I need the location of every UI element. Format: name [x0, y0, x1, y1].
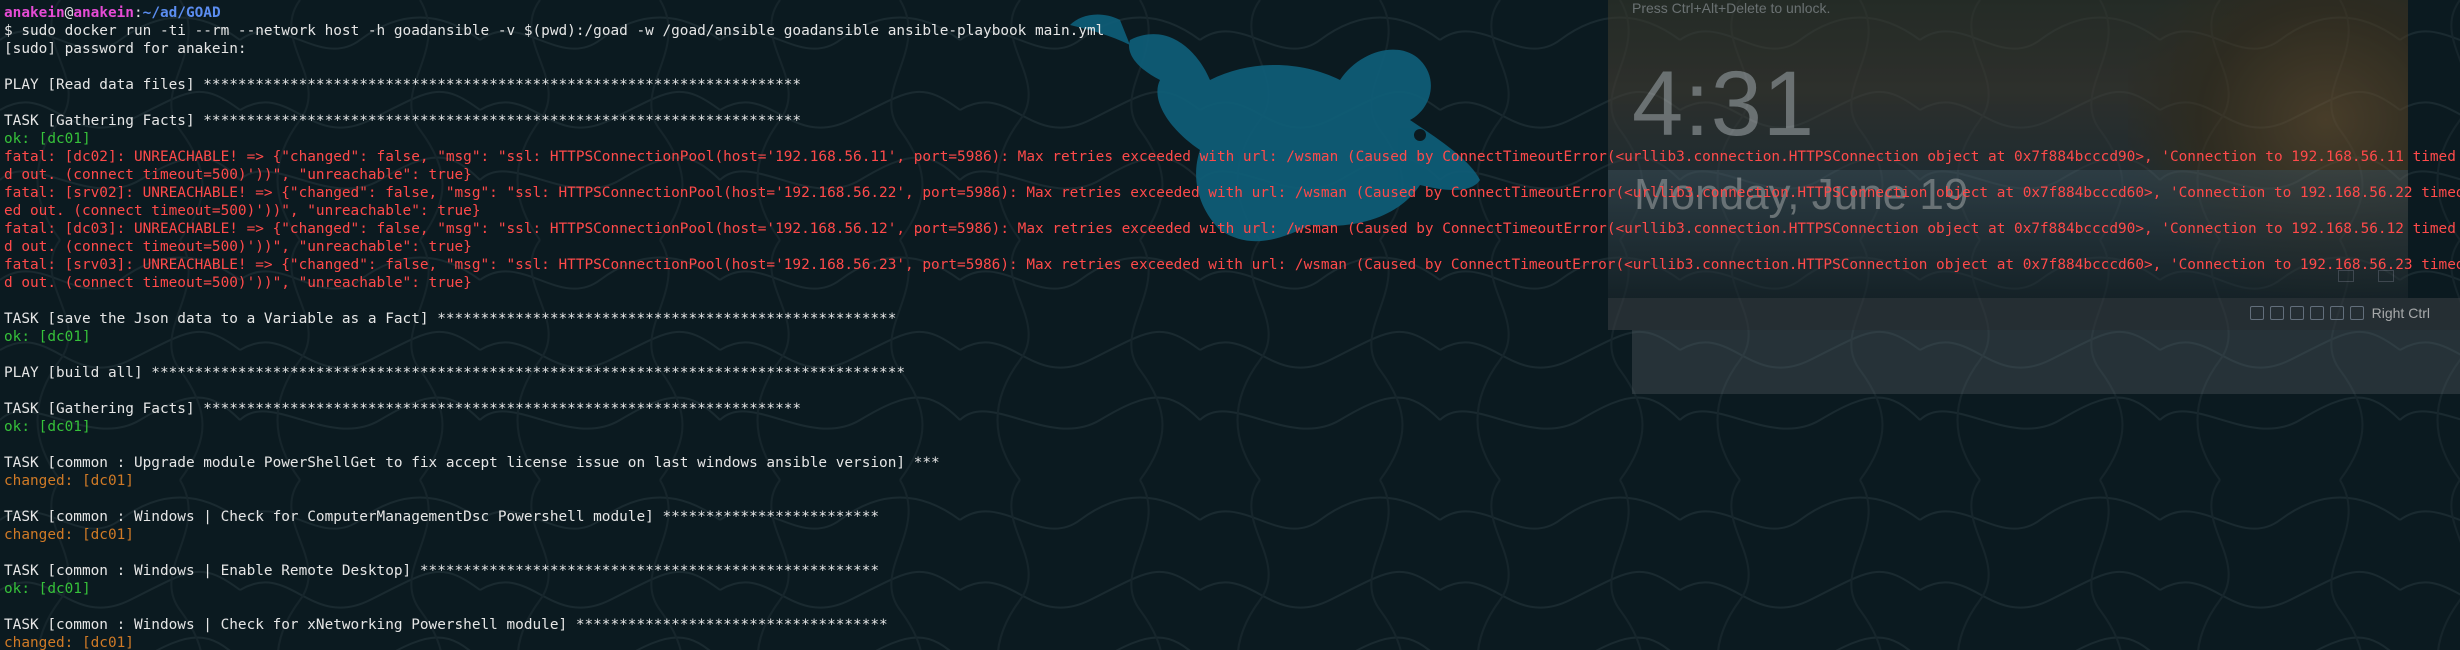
changed-line: changed: [dc01]	[4, 473, 134, 489]
ok-line: ok: [dc01]	[4, 329, 91, 345]
fatal-line: d out. (connect timeout=500)'))", "unrea…	[4, 167, 472, 183]
ok-line: ok: [dc01]	[4, 131, 91, 147]
fatal-line: d out. (connect timeout=500)'))", "unrea…	[4, 275, 472, 291]
terminal-prompt: anakein@anakein:~/ad/GOAD	[4, 4, 221, 22]
changed-line: changed: [dc01]	[4, 635, 134, 650]
output-line: TASK [common : Windows | Check for Compu…	[4, 509, 880, 525]
output-line: TASK [common : Upgrade module PowerShell…	[4, 455, 940, 471]
fatal-line: fatal: [dc02]: UNREACHABLE! => {"changed…	[4, 149, 2456, 165]
terminal-command-line: $ sudo docker run -ti --rm --network hos…	[4, 22, 1104, 40]
output-line: TASK [Gathering Facts] *****************…	[4, 113, 802, 129]
command-text: sudo docker run -ti --rm --network host …	[12, 23, 1105, 39]
output-line: TASK [common : Windows | Check for xNetw…	[4, 617, 888, 633]
fatal-line: fatal: [srv03]: UNREACHABLE! => {"change…	[4, 257, 2460, 273]
ok-line: ok: [dc01]	[4, 419, 91, 435]
prompt-host: anakein	[73, 5, 134, 21]
prompt-user: anakein	[4, 5, 65, 21]
output-line: PLAY [build all] ***********************…	[4, 365, 906, 381]
prompt-path: ~/ad/GOAD	[142, 5, 221, 21]
ok-line: ok: [dc01]	[4, 581, 91, 597]
terminal[interactable]: anakein@anakein:~/ad/GOAD $ sudo docker …	[0, 0, 2460, 650]
prompt-symbol: $	[4, 23, 13, 39]
output-line: TASK [common : Windows | Enable Remote D…	[4, 563, 880, 579]
output-line: PLAY [Read data files] *****************…	[4, 77, 802, 93]
output-line: [sudo] password for anakein:	[4, 41, 247, 57]
fatal-line: d out. (connect timeout=500)'))", "unrea…	[4, 239, 472, 255]
output-line: TASK [Gathering Facts] *****************…	[4, 401, 802, 417]
fatal-line: fatal: [dc03]: UNREACHABLE! => {"changed…	[4, 221, 2456, 237]
fatal-line: ed out. (connect timeout=500)'))", "unre…	[4, 203, 481, 219]
output-line: TASK [save the Json data to a Variable a…	[4, 311, 897, 327]
changed-line: changed: [dc01]	[4, 527, 134, 543]
prompt-separator: :	[133, 5, 143, 21]
fatal-line: fatal: [srv02]: UNREACHABLE! => {"change…	[4, 185, 2460, 201]
